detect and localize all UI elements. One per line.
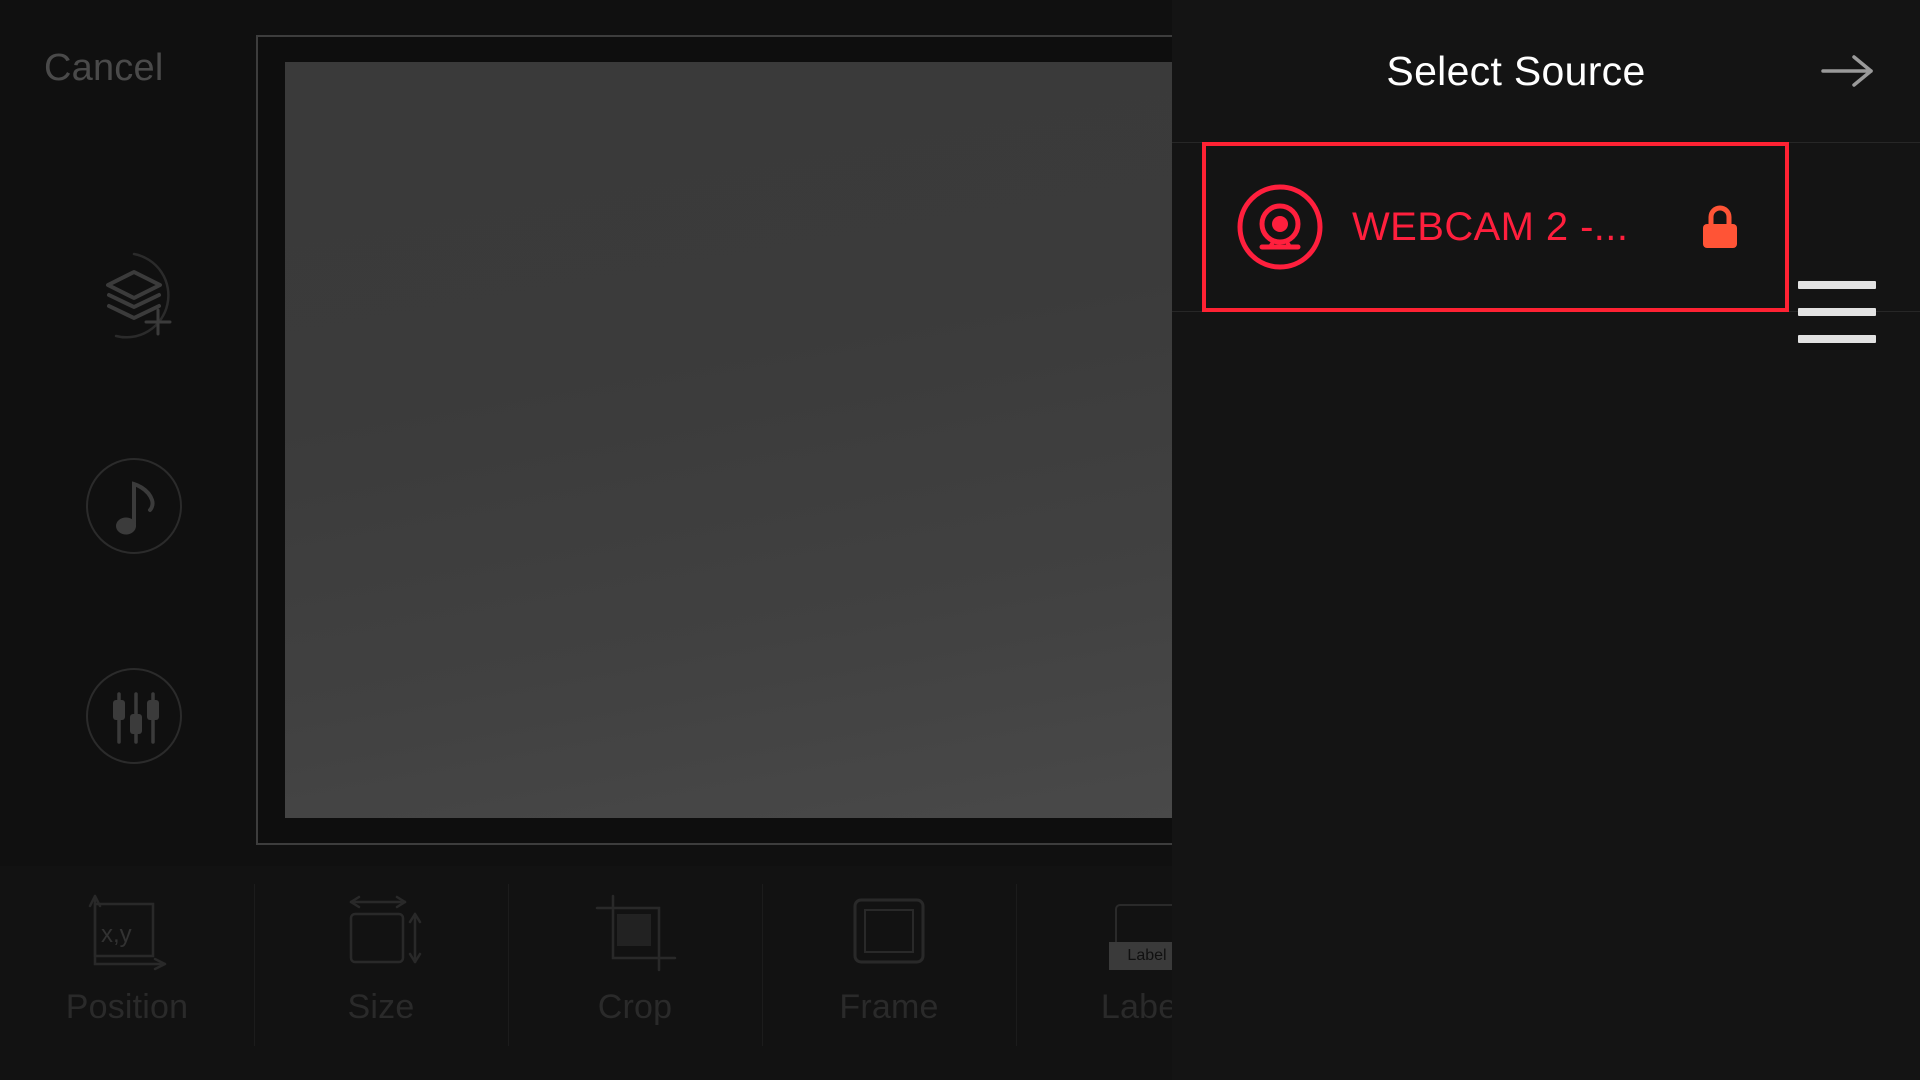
sidebar-item-add-layer[interactable] — [86, 248, 182, 344]
hamburger-menu-icon[interactable] — [1798, 281, 1876, 343]
panel-title: Select Source — [1386, 47, 1646, 94]
size-arrows-icon — [335, 890, 427, 982]
webcam-icon — [1236, 183, 1324, 271]
toolbar-item-position[interactable]: x,y Position — [0, 866, 254, 1080]
frame-icon — [843, 890, 935, 982]
source-name-label: WEBCAM 2 -... — [1352, 204, 1629, 249]
toolbar-item-crop[interactable]: Crop — [508, 866, 762, 1080]
editor-area: Cancel x,y Position Size Crop Frame Labe… — [0, 0, 1186, 1080]
sidebar-item-levels[interactable] — [86, 668, 182, 764]
toolbar-label-size: Size — [347, 988, 415, 1026]
menu-bar-2 — [1798, 308, 1876, 316]
cancel-button[interactable]: Cancel — [44, 47, 164, 90]
arrow-right-icon[interactable] — [1820, 50, 1876, 92]
panel-header: Select Source — [1172, 0, 1920, 142]
menu-bar-1 — [1798, 281, 1876, 289]
toolbar-label-position: Position — [65, 988, 189, 1026]
toolbar-label-frame: Frame — [839, 988, 939, 1026]
source-list-item-webcam[interactable]: WEBCAM 2 -... — [1202, 142, 1789, 312]
source-list: WEBCAM 2 -... — [1172, 142, 1920, 343]
toolbar-label-crop: Crop — [597, 988, 673, 1026]
bottom-toolbar: x,y Position Size Crop Frame Label Label — [0, 866, 1185, 1080]
lock-icon[interactable] — [1699, 203, 1741, 251]
preview-canvas[interactable] — [285, 62, 1185, 818]
app-root: Cancel x,y Position Size Crop Frame Labe… — [0, 0, 1920, 1080]
select-source-panel: Select Source WEBCAM 2 -... — [1172, 0, 1920, 1080]
crop-icon — [589, 890, 681, 982]
menu-bar-3 — [1798, 335, 1876, 343]
position-xy-label: x,y — [101, 921, 132, 948]
toolbar-item-frame[interactable]: Frame — [762, 866, 1016, 1080]
position-xy-icon: x,y — [81, 890, 173, 982]
sidebar-item-audio[interactable] — [86, 458, 182, 554]
toolbar-item-size[interactable]: Size — [254, 866, 508, 1080]
